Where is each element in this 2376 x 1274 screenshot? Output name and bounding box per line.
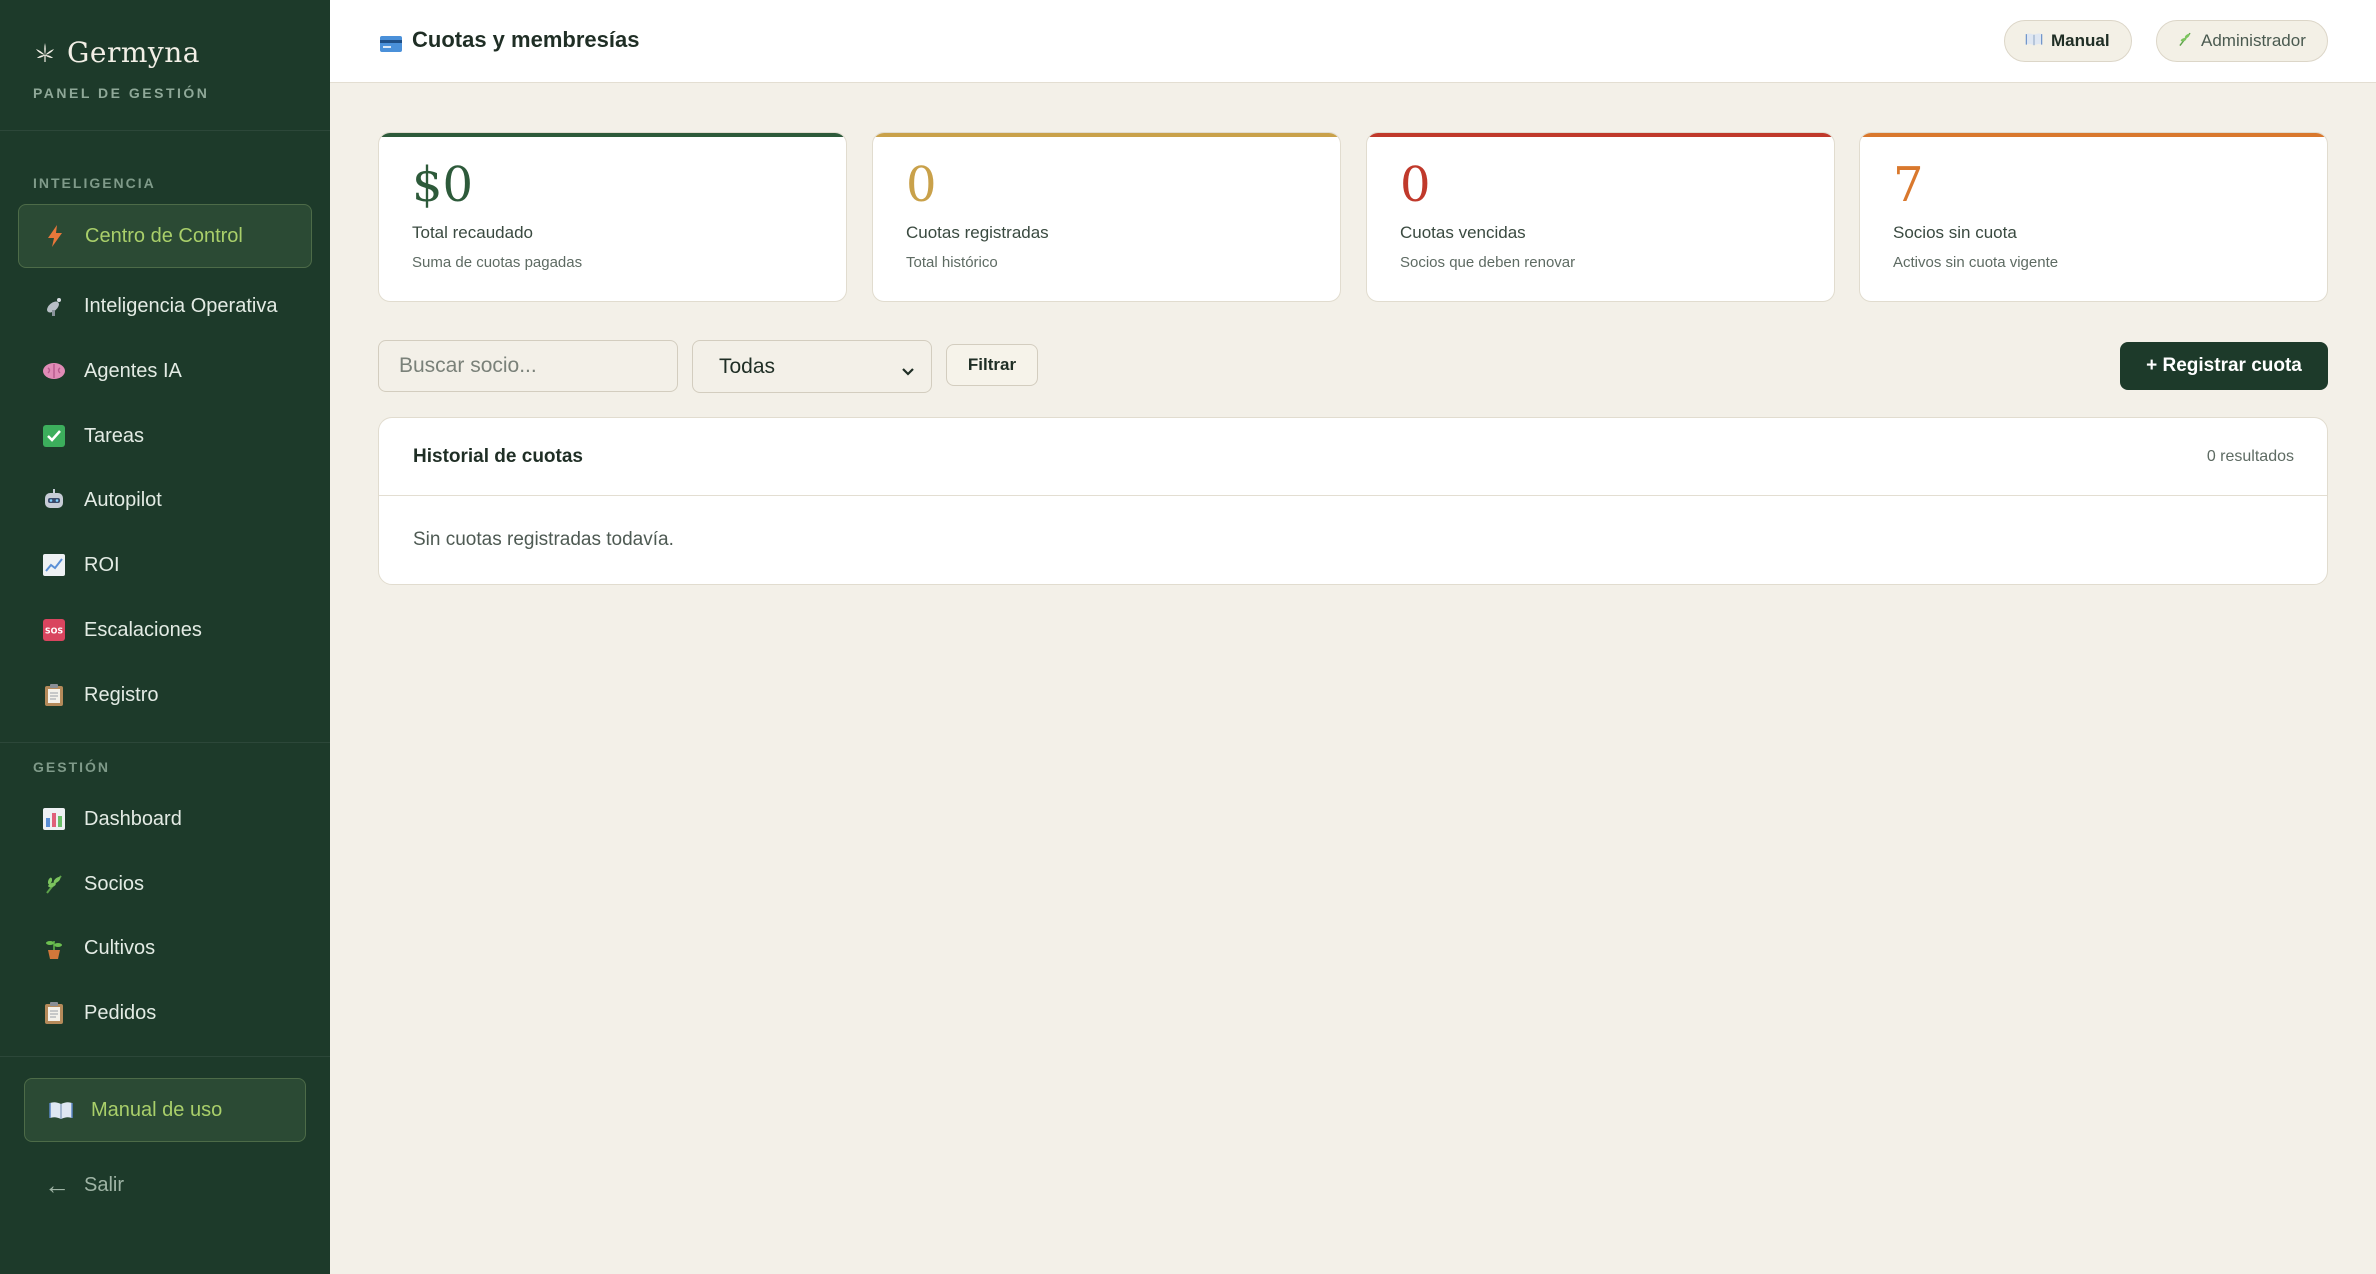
sidebar-item-agentes-ia[interactable]: Agentes IA [18, 343, 312, 399]
robot-icon [42, 488, 66, 512]
brand-name: Germyna [67, 36, 200, 69]
arrow-left-icon: ← [44, 1170, 70, 1200]
user-name: Administrador [2201, 31, 2306, 50]
manual-button[interactable]: Manual [2004, 20, 2132, 62]
potted-plant-icon [42, 936, 66, 960]
sidebar-item-socios[interactable]: Socios [18, 856, 312, 912]
chart-increasing-icon [42, 553, 66, 577]
brand-subtitle: PANEL DE GESTIÓN [33, 85, 210, 101]
brain-icon [42, 359, 66, 383]
stat-card-total-recaudado: $0 Total recaudado Suma de cuotas pagada… [378, 132, 847, 302]
result-count: 0 resultados [2206, 448, 2294, 465]
sidebar-item-escalaciones[interactable]: SOS Escalaciones [18, 602, 312, 658]
chevron-down-icon [901, 359, 915, 383]
stat-label: Socios sin cuota [1893, 223, 2017, 242]
sidebar-item-label: Pedidos [84, 1001, 157, 1024]
sidebar-item-label: Socios [84, 872, 145, 895]
lightning-icon [43, 224, 67, 248]
cannabis-leaf-icon [33, 41, 57, 65]
divider [0, 1056, 330, 1057]
empty-state-message: Sin cuotas registradas todavía. [413, 529, 674, 550]
page-title-text: Cuotas y membresías [412, 27, 640, 52]
status-select-value: Todas [719, 354, 776, 378]
clipboard-icon [42, 683, 66, 707]
divider [0, 742, 330, 743]
sidebar-item-centro-de-control[interactable]: Centro de Control [18, 204, 312, 268]
history-title: Historial de cuotas [413, 446, 583, 467]
stat-card-cuotas-vencidas: 0 Cuotas vencidas Socios que deben renov… [1366, 132, 1835, 302]
sidebar-item-inteligencia-operativa[interactable]: Inteligencia Operativa [18, 278, 312, 334]
open-book-icon [49, 1098, 73, 1122]
check-box-icon [42, 424, 66, 448]
sidebar: Germyna PANEL DE GESTIÓN INTELIGENCIA Ce… [0, 0, 330, 1274]
sidebar-item-label: Inteligencia Operativa [84, 294, 278, 317]
logout-link[interactable]: ← Salir [44, 1170, 124, 1201]
sidebar-item-cultivos[interactable]: Cultivos [18, 920, 312, 976]
sidebar-item-label: Tareas [84, 424, 145, 447]
stat-value: $0 [412, 157, 474, 213]
sidebar-item-label: Cultivos [84, 936, 156, 959]
sidebar-item-label: Centro de Control [85, 224, 243, 247]
user-menu-button[interactable]: Administrador [2156, 20, 2328, 62]
status-select[interactable]: Todas [692, 340, 932, 393]
history-panel: Historial de cuotas 0 resultados Sin cuo… [378, 417, 2328, 585]
sidebar-item-roi[interactable]: ROI [18, 537, 312, 593]
sidebar-item-pedidos[interactable]: Pedidos [18, 985, 312, 1041]
sidebar-item-registro[interactable]: Registro [18, 667, 312, 723]
stat-card-cuotas-registradas: 0 Cuotas registradas Total histórico [872, 132, 1341, 302]
manual-button-label: Manual [2051, 31, 2110, 50]
manual-de-uso-label: Manual de uso [91, 1098, 223, 1121]
history-panel-header: Historial de cuotas 0 resultados [379, 418, 2327, 496]
stat-value: 7 [1893, 157, 1924, 213]
stat-card-socios-sin-cuota: 7 Socios sin cuota Activos sin cuota vig… [1859, 132, 2328, 302]
sidebar-item-label: Dashboard [84, 807, 182, 830]
page-title: Cuotas y membresías [380, 27, 639, 53]
stat-description: Suma de cuotas pagadas [412, 254, 583, 271]
stat-description: Total histórico [906, 254, 998, 271]
stat-description: Socios que deben renovar [1400, 254, 1576, 271]
section-label-gestion: GESTIÓN [33, 759, 111, 775]
sos-icon: SOS [42, 618, 66, 642]
sidebar-item-autopilot[interactable]: Autopilot [18, 472, 312, 528]
stat-label: Cuotas registradas [906, 223, 1049, 242]
top-header: Cuotas y membresías Manual Administrador [330, 0, 2376, 83]
clipboard-icon [42, 1001, 66, 1025]
search-input[interactable] [378, 340, 678, 392]
credit-card-icon [380, 32, 402, 52]
manual-de-uso-button[interactable]: Manual de uso [24, 1078, 306, 1142]
sidebar-item-tareas[interactable]: Tareas [18, 408, 312, 464]
logout-label: Salir [84, 1174, 125, 1196]
brand: Germyna PANEL DE GESTIÓN [33, 36, 209, 101]
filter-button[interactable]: Filtrar [946, 344, 1038, 386]
divider [0, 130, 330, 131]
herb-icon [42, 872, 66, 896]
section-label-inteligencia: INTELIGENCIA [33, 175, 156, 191]
herb-icon [2177, 31, 2193, 52]
stat-label: Total recaudado [412, 223, 533, 242]
sidebar-item-label: Agentes IA [84, 359, 182, 382]
stat-value: 0 [1400, 157, 1431, 213]
sidebar-item-label: ROI [84, 553, 120, 576]
sidebar-item-label: Registro [84, 683, 159, 706]
svg-text:SOS: SOS [45, 627, 64, 636]
sidebar-item-label: Autopilot [84, 488, 162, 511]
bar-chart-icon [42, 807, 66, 831]
satellite-dish-icon [42, 294, 66, 318]
open-book-icon [2025, 32, 2043, 51]
stat-label: Cuotas vencidas [1400, 223, 1526, 242]
sidebar-item-label: Escalaciones [84, 618, 202, 641]
stat-value: 0 [906, 157, 937, 213]
sidebar-item-dashboard[interactable]: Dashboard [18, 791, 312, 847]
register-fee-button[interactable]: + Registrar cuota [2120, 342, 2328, 390]
stat-description: Activos sin cuota vigente [1893, 254, 2059, 271]
